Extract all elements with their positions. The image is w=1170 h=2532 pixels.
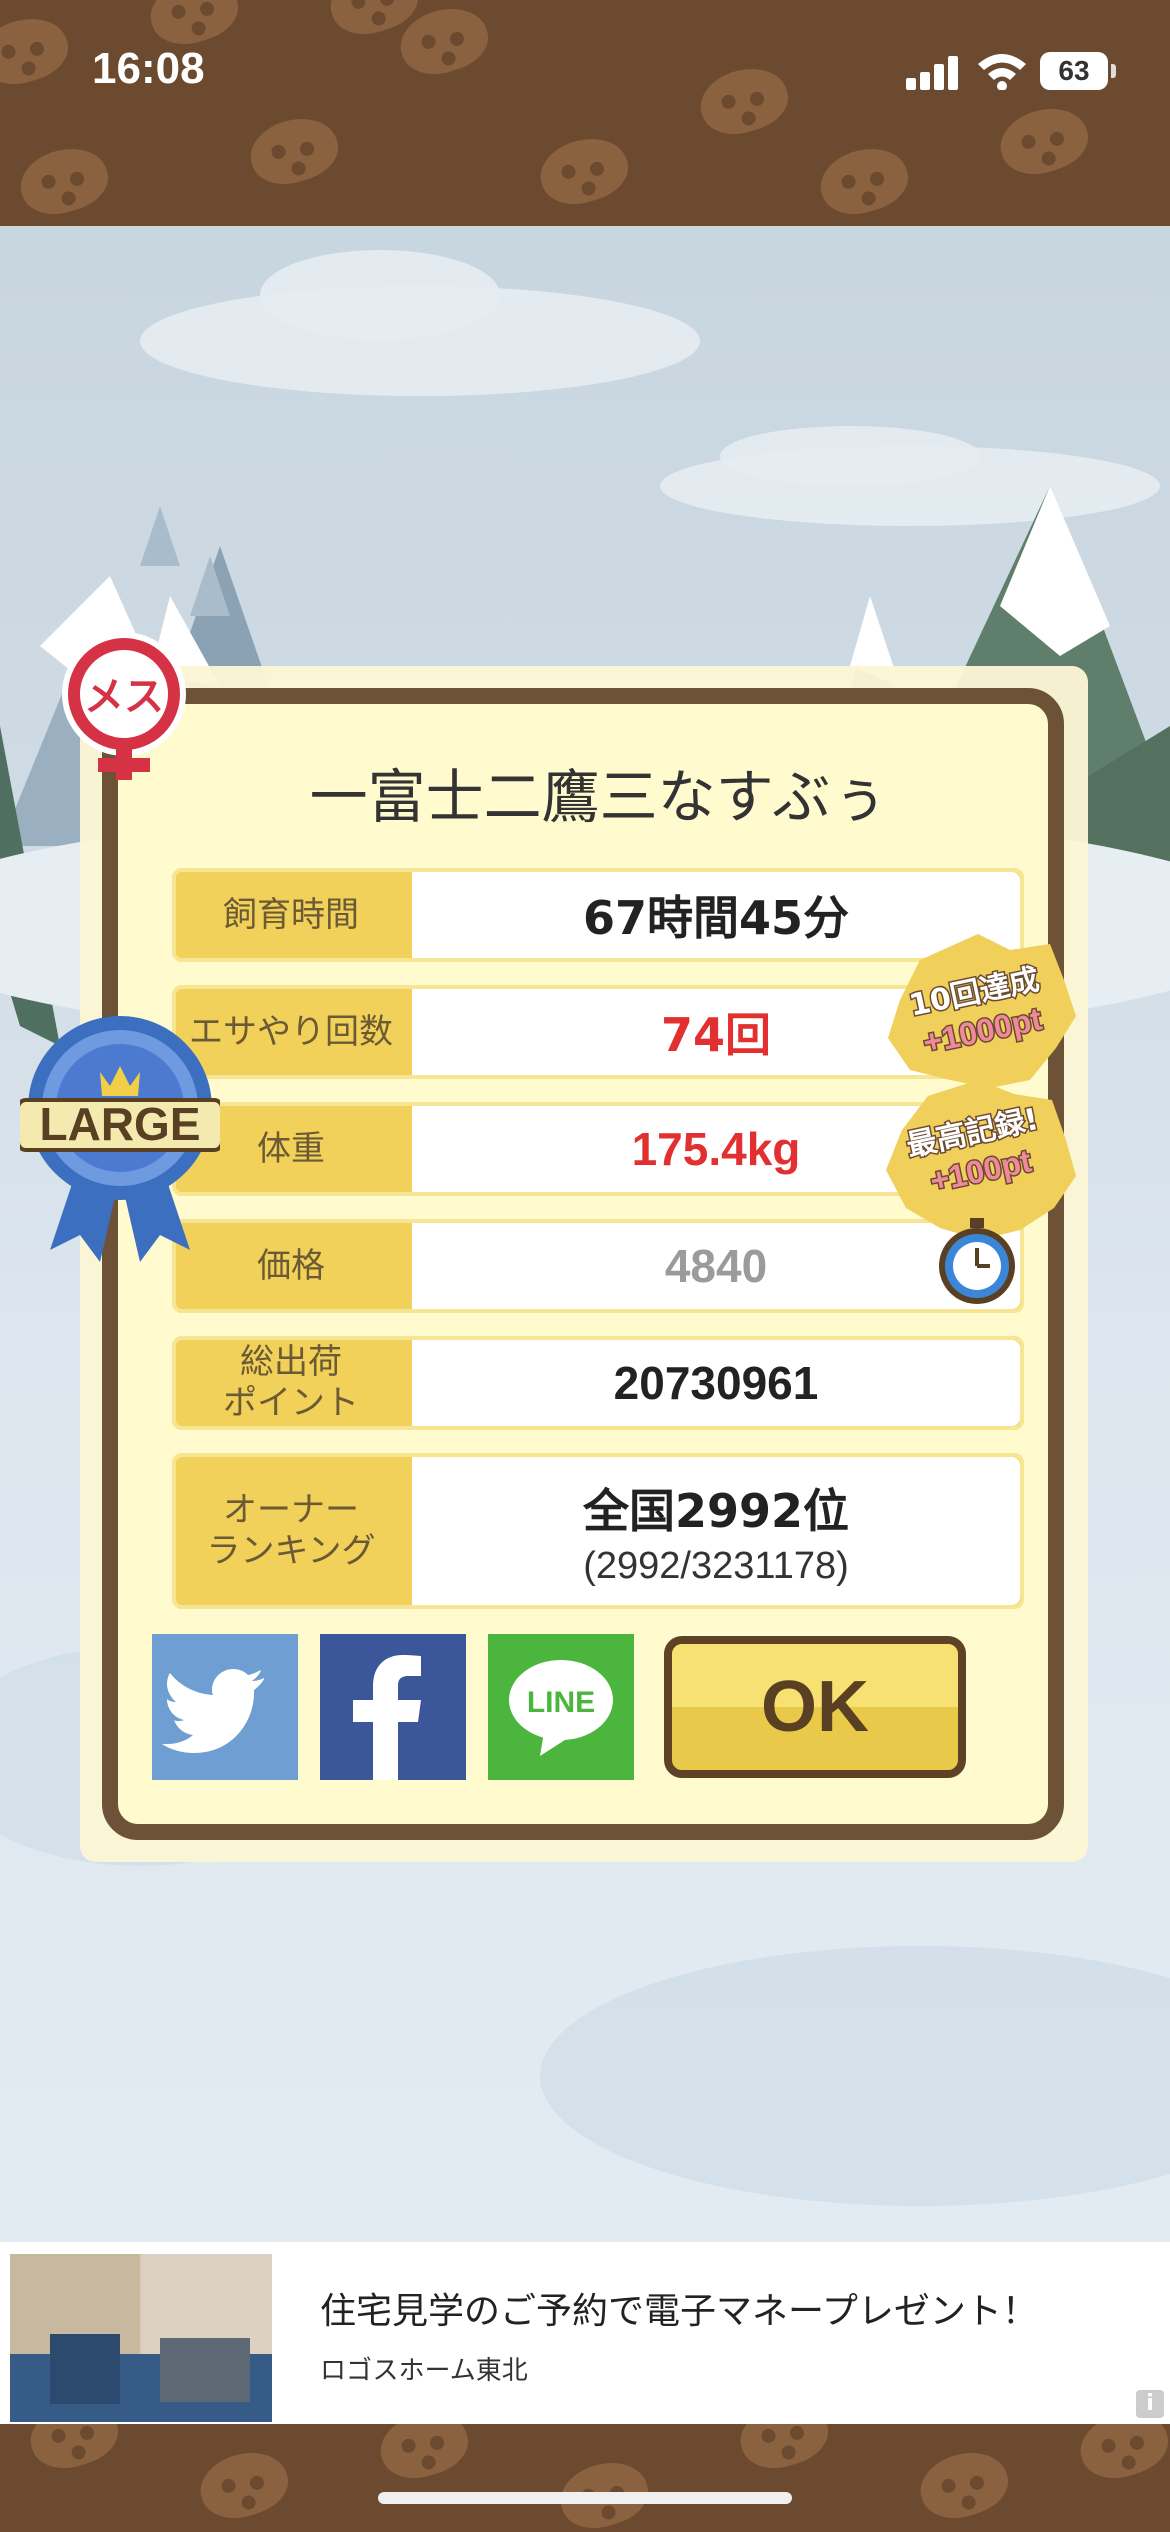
row-owner-ranking: オーナー ランキング 全国2992位 (2992/3231178): [172, 1453, 1024, 1609]
stopwatch-icon: [939, 1218, 1015, 1304]
status-time: 16:08: [92, 44, 205, 93]
female-badge-icon: メス: [62, 632, 186, 780]
ranking-detail: (2992/3231178): [583, 1544, 849, 1587]
line-icon: LINE: [509, 1660, 613, 1756]
row-label: オーナー ランキング: [206, 1490, 376, 1571]
row-label: 飼育時間: [223, 894, 359, 935]
large-ribbon-icon: LARGE: [20, 1016, 220, 1262]
result-dialog: 一富士二鷹三なすぶぅ 飼育時間 67時間45分 エサやり回数 74回 体重 17…: [102, 688, 1064, 1840]
battery-icon: 63: [1040, 52, 1116, 90]
achievement-badges: 10回達成 +1000pt 最高記録! +100pt: [886, 934, 1076, 1240]
ad-advertiser[interactable]: ロゴスホーム東北: [320, 2350, 528, 2387]
ranking-main: 全国2992位: [582, 1483, 850, 1538]
ranking-value: 全国2992位 (2992/3231178): [412, 1457, 1020, 1605]
line-share-button[interactable]: LINE: [488, 1634, 634, 1780]
total-points-value: 20730961: [412, 1340, 1020, 1426]
twitter-share-button[interactable]: [152, 1634, 298, 1780]
line-label: LINE: [527, 1686, 595, 1719]
size-label: LARGE: [40, 1098, 201, 1150]
facebook-share-button[interactable]: [320, 1634, 466, 1780]
female-label: メス: [84, 674, 164, 720]
ad-thumbnail-image[interactable]: [10, 2254, 272, 2422]
row-total-points: 総出荷 ポイント 20730961: [172, 1336, 1024, 1430]
breeding-time-value: 67時間45分: [582, 891, 850, 945]
cellular-signal-icon: [906, 54, 962, 90]
ad-title[interactable]: 住宅見学のご予約で電子マネープレゼント！: [320, 2282, 1038, 2334]
facebook-icon: [353, 1655, 421, 1780]
home-indicator[interactable]: [378, 2492, 792, 2504]
feeding-count-value: 74回: [660, 1008, 771, 1062]
pig-name-title: 一富士二鷹三なすぶぅ: [309, 763, 889, 831]
ad-banner[interactable]: 住宅見学のご予約で電子マネープレゼント！ ロゴスホーム東北 i: [0, 2242, 1170, 2424]
wifi-icon: [978, 54, 1026, 90]
twitter-icon: [162, 1669, 264, 1753]
top-pattern-bar: [0, 0, 1170, 226]
ad-info-icon[interactable]: i: [1136, 2390, 1164, 2418]
bottom-pattern-bar: [0, 2424, 1170, 2532]
row-label: 総出荷 ポイント: [223, 1342, 359, 1423]
ok-button[interactable]: OK: [664, 1636, 966, 1778]
